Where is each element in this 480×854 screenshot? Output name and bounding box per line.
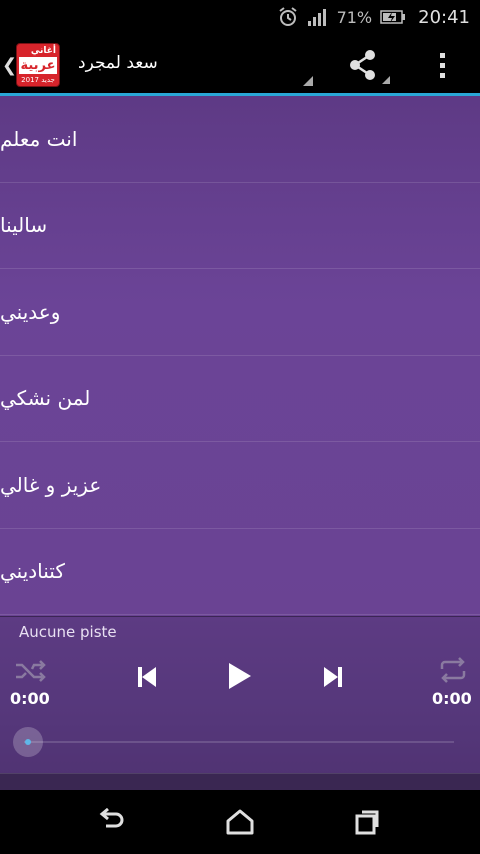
list-item[interactable]: عزيز و غالي [0, 442, 480, 529]
repeat-button[interactable] [438, 657, 468, 689]
back-icon [99, 807, 124, 828]
alarm-clock-icon [277, 6, 299, 28]
system-nav-bar [0, 790, 480, 854]
song-list: انت معلم سالينا وعديني لمن نشكي عزيز و غ… [0, 96, 480, 616]
list-item[interactable]: وعديني [0, 269, 480, 356]
recent-apps-icon [355, 810, 379, 835]
previous-button[interactable] [136, 665, 158, 693]
skip-next-icon [324, 667, 342, 687]
shuffle-button[interactable] [14, 659, 46, 689]
share-icon [350, 50, 375, 80]
player-footer [0, 773, 480, 791]
repeat-icon [440, 657, 466, 683]
chevron-left-icon[interactable]: ❮ [2, 55, 17, 76]
overflow-menu-icon [439, 52, 445, 58]
play-icon [229, 663, 251, 689]
music-player: Aucune piste 0:00 0:00 [0, 616, 480, 791]
skip-previous-icon [138, 667, 156, 687]
share-dropdown-indicator-icon [382, 76, 390, 84]
recent-apps-button[interactable] [352, 808, 384, 836]
home-icon [226, 809, 254, 835]
logo-text-top: أغاني [30, 46, 56, 56]
cell-signal-icon [307, 7, 329, 27]
seek-bar[interactable] [24, 741, 454, 743]
battery-charging-icon [380, 9, 406, 25]
home-button[interactable] [224, 808, 256, 836]
spinner-indicator-icon [303, 76, 313, 86]
action-bar: ❮ أغاني عربية جديد 2017 سعد لمجرد [0, 34, 480, 94]
status-bar: 71% 20:41 [0, 0, 480, 34]
back-button[interactable] [96, 807, 128, 836]
play-button[interactable] [226, 661, 252, 695]
total-duration: 0:00 [432, 689, 472, 708]
seek-handle[interactable] [13, 727, 43, 757]
page-title: سعد لمجرد [78, 53, 158, 73]
logo-text-main: عربية [19, 57, 57, 74]
overflow-menu-button[interactable] [430, 48, 454, 82]
battery-percent: 71% [336, 7, 373, 27]
status-clock: 20:41 [418, 6, 470, 28]
elapsed-time: 0:00 [10, 689, 50, 708]
shuffle-icon [16, 660, 46, 682]
app-logo[interactable]: أغاني عربية جديد 2017 [16, 43, 60, 87]
share-button[interactable] [346, 48, 386, 82]
list-item[interactable]: كتناديني [0, 529, 480, 615]
next-button[interactable] [322, 665, 344, 693]
list-item[interactable]: لمن نشكي [0, 356, 480, 442]
list-item[interactable]: سالينا [0, 183, 480, 269]
logo-text-bottom: جديد 2017 [21, 76, 55, 84]
track-name: Aucune piste [19, 623, 117, 641]
list-item[interactable]: انت معلم [0, 96, 480, 183]
